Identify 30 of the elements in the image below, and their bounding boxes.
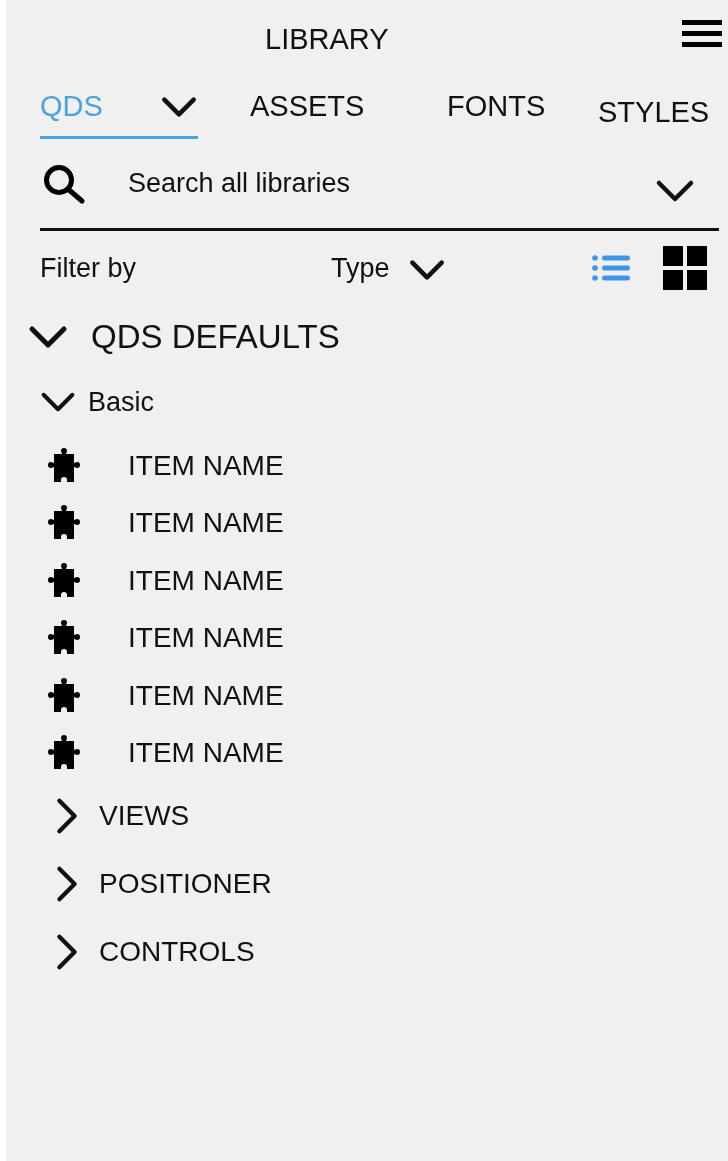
chevron-icon[interactable] <box>655 178 695 203</box>
library-tab[interactable]: ASSETS <box>250 83 447 139</box>
item-name[interactable]: ITEM NAME <box>128 622 284 655</box>
search-field[interactable]: Search all libraries <box>126 167 655 200</box>
tree-group[interactable]: QDS DEFAULTS <box>6 307 728 367</box>
library-tab[interactable]: FONTS <box>447 83 598 139</box>
tree-group[interactable]: VIEWS <box>6 782 728 850</box>
chevron-icon[interactable] <box>160 95 198 118</box>
chevron-icon[interactable] <box>407 259 446 281</box>
chevron-icon[interactable] <box>28 325 68 349</box>
chevron-icon[interactable] <box>40 391 76 413</box>
tree-group[interactable]: POSITIONER <box>6 850 728 918</box>
item-name[interactable]: ITEM NAME <box>128 679 284 712</box>
chevron-icon[interactable] <box>55 933 79 971</box>
filter-label: Filter by <box>40 252 138 284</box>
chevron-icon[interactable] <box>55 797 79 835</box>
type-dropdown[interactable]: Type <box>331 252 390 284</box>
item-name[interactable]: ITEM NAME <box>128 564 284 597</box>
menu-icon[interactable] <box>682 20 722 47</box>
tree-group[interactable]: Basic <box>6 367 728 437</box>
tree-group[interactable]: CONTROLS <box>6 918 728 986</box>
grid-view-icon[interactable] <box>663 246 707 290</box>
chevron-icon[interactable] <box>55 865 79 903</box>
panel-title: LIBRARY <box>265 21 389 56</box>
item-name[interactable]: ITEM NAME <box>128 737 284 770</box>
library-tab[interactable]: STYLES <box>598 89 723 139</box>
search-icon <box>42 162 86 205</box>
item-name[interactable]: ITEM NAME <box>128 507 284 540</box>
item-name[interactable]: ITEM NAME <box>128 449 284 482</box>
list-view-icon[interactable] <box>592 254 630 282</box>
